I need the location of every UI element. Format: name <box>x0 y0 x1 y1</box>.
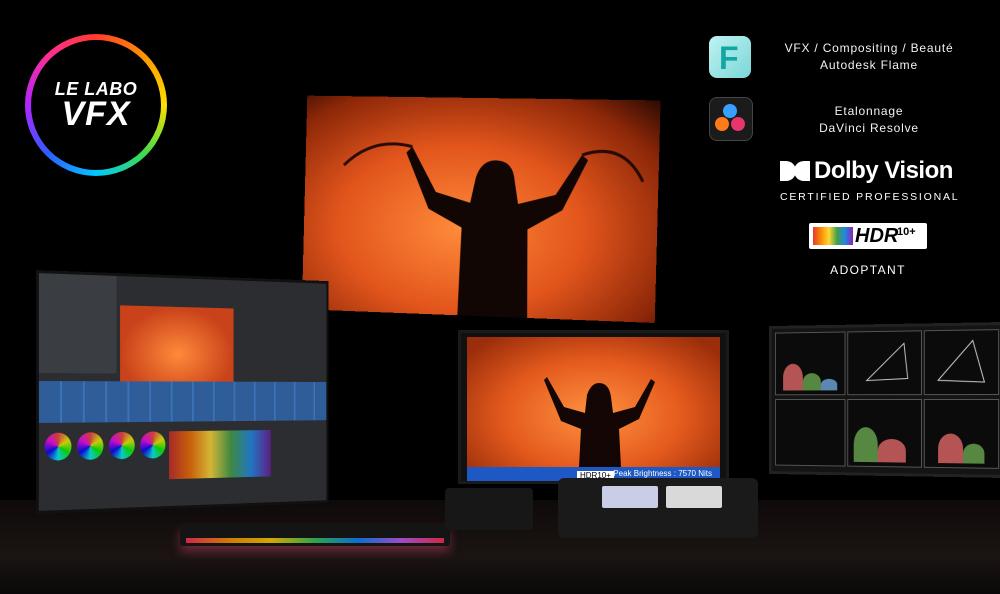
left-monitor-grading-ui <box>36 270 329 514</box>
hdr-color-bars <box>813 227 853 245</box>
reference-image <box>467 337 720 467</box>
resolve-line1: Etalonnage <box>834 104 904 118</box>
scope-trace <box>963 443 985 464</box>
dolby-double-d-icon <box>780 161 810 181</box>
grading-control-surface <box>558 478 758 538</box>
panel-display <box>602 486 658 508</box>
silhouette-figure <box>302 96 661 321</box>
waveform-scope <box>775 331 846 396</box>
control-panel-keys <box>445 488 533 530</box>
davinci-resolve-icon <box>709 97 753 141</box>
projection-screen <box>301 95 661 323</box>
gamut-scope <box>923 329 1000 396</box>
rgb-scope <box>923 399 1000 469</box>
vectorscope <box>847 330 922 396</box>
spectrum-scope <box>169 430 271 480</box>
center-reference-monitor: Peak Brightness : 7570 Nits HDR10+ <box>458 330 729 484</box>
flame-line2: Autodesk Flame <box>820 58 918 72</box>
gamut-triangle <box>925 330 998 394</box>
keyboard-leds <box>186 538 444 543</box>
vectorscope-triangle <box>848 331 921 394</box>
hdr10-plus-logo: HDR 10+ <box>809 223 927 249</box>
scope-trace <box>877 438 906 463</box>
panel-display <box>666 486 722 508</box>
hdr-wordmark: HDR <box>855 225 899 247</box>
color-wheel <box>44 432 72 461</box>
silhouette-figure <box>544 377 655 467</box>
right-monitor-scopes <box>768 322 1000 478</box>
scope-trace <box>783 363 803 391</box>
resolve-dot-blue <box>723 104 737 118</box>
timeline-strip <box>38 381 327 423</box>
scope-trace <box>820 378 838 391</box>
scope-trace <box>853 427 878 463</box>
logo-line2: VFX <box>61 95 131 133</box>
color-wheel <box>77 432 104 461</box>
scope-trace <box>802 373 821 391</box>
dolby-vision-wordmark: Dolby Vision <box>814 157 953 184</box>
hdr-superscript: 10+ <box>897 226 916 238</box>
resolve-line2: DaVinci Resolve <box>819 121 919 135</box>
hdr10-caption: ADOPTANT <box>830 263 906 277</box>
viewer-thumbnail <box>120 305 234 386</box>
color-wheel <box>140 431 166 459</box>
flame-caption: VFX / Compositing / Beauté Autodesk Flam… <box>770 40 968 74</box>
resolve-dot-pink <box>731 117 745 131</box>
media-pool-panel <box>38 273 117 374</box>
flame-line1: VFX / Compositing / Beauté <box>784 41 954 55</box>
color-wheels <box>44 431 166 472</box>
rgb-keyboard <box>180 524 450 546</box>
autodesk-flame-icon: F <box>709 36 751 78</box>
color-wheel <box>109 431 135 460</box>
scope-trace <box>938 433 964 464</box>
histogram-scope <box>847 399 922 468</box>
flame-letter: F <box>719 40 739 76</box>
resolve-dot-orange <box>715 117 729 131</box>
resolve-caption: Etalonnage DaVinci Resolve <box>770 103 968 137</box>
peak-brightness-readout: Peak Brightness : 7570 Nits <box>613 469 712 478</box>
logo-inner: LE LABO VFX <box>31 40 161 170</box>
dolby-certification: CERTIFIED PROFESSIONAL <box>780 191 960 203</box>
le-labo-vfx-logo: LE LABO VFX <box>25 34 167 176</box>
parade-scope <box>775 399 846 467</box>
